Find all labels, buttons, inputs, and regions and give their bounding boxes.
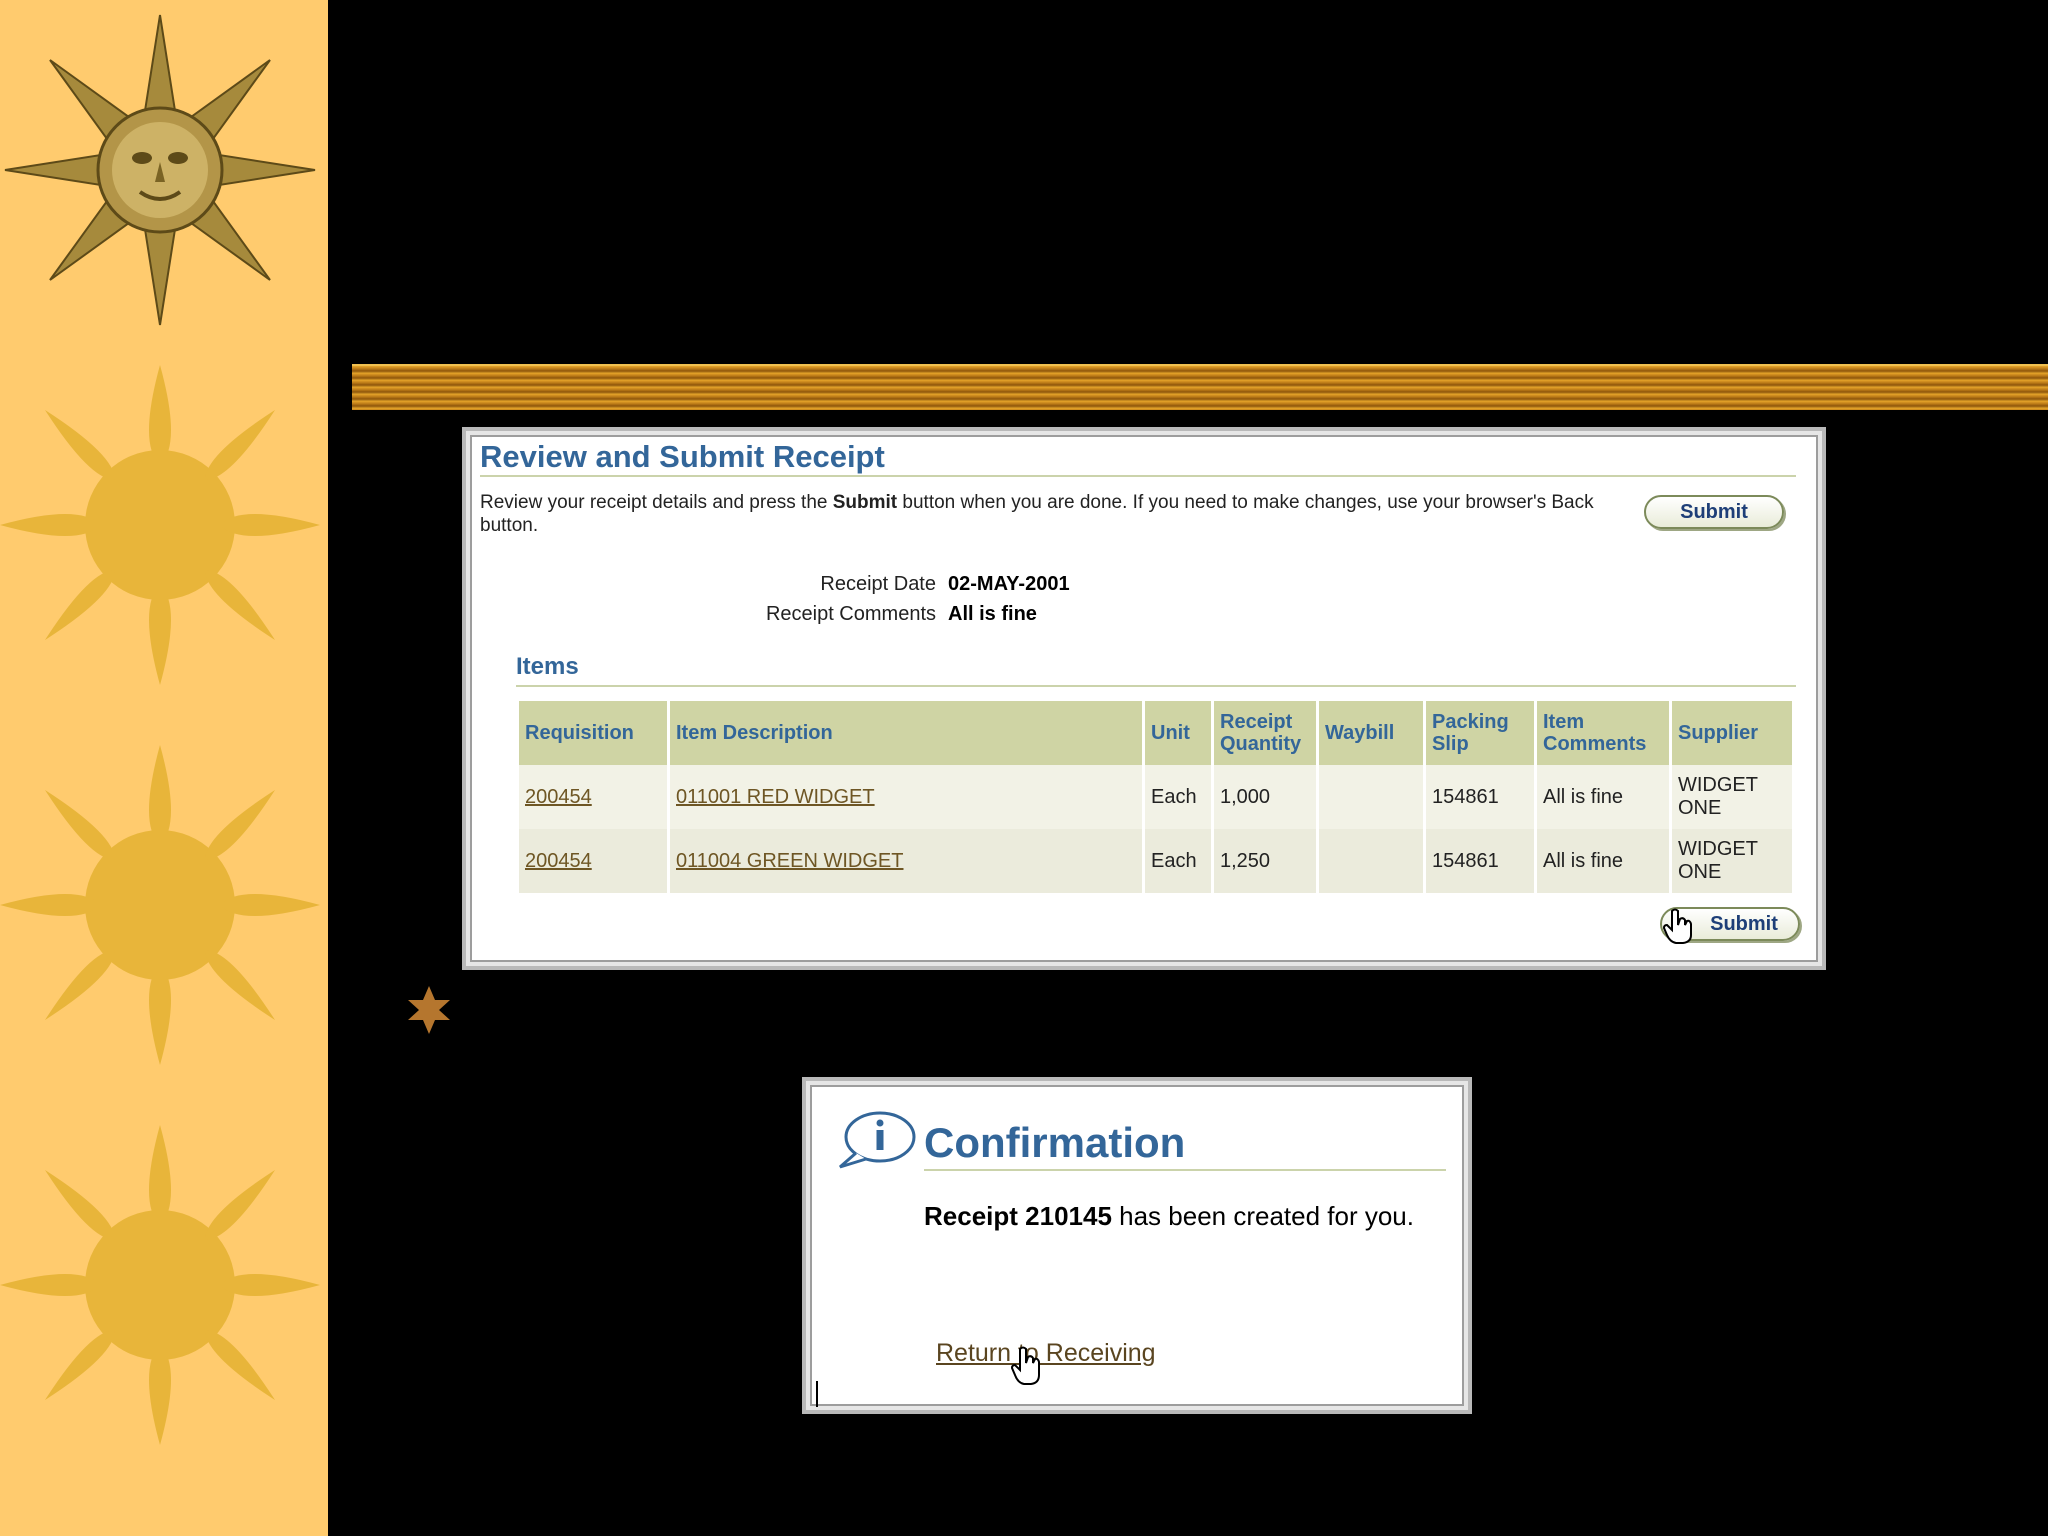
column-header: Item Description	[670, 701, 1142, 765]
packing-slip-cell: 154861	[1426, 829, 1534, 893]
text-cursor	[816, 1381, 818, 1407]
column-header: Receipt Quantity	[1214, 701, 1316, 765]
gold-header-bar	[352, 364, 2048, 410]
requisition-link[interactable]: 200454	[525, 786, 592, 808]
sun-icon	[0, 1125, 320, 1445]
hand-cursor-icon	[1662, 908, 1692, 944]
table-header-row: Requisition Item Description Unit Receip…	[519, 701, 1792, 765]
quantity-cell: 1,000	[1214, 765, 1316, 829]
item-description-link[interactable]: 011001 RED WIDGET	[676, 786, 875, 808]
requisition-link[interactable]: 200454	[525, 850, 592, 872]
items-table: Requisition Item Description Unit Receip…	[516, 701, 1795, 893]
unit-cell: Each	[1145, 765, 1211, 829]
unit-cell: Each	[1145, 829, 1211, 893]
item-description-link[interactable]: 011004 GREEN WIDGET	[676, 850, 903, 872]
packing-slip-cell: 154861	[1426, 765, 1534, 829]
table-row: 200454 011004 GREEN WIDGET Each 1,250 15…	[519, 829, 1792, 893]
supplier-cell: WIDGET ONE	[1672, 829, 1792, 893]
quantity-cell: 1,250	[1214, 829, 1316, 893]
item-comments-cell: All is fine	[1537, 829, 1669, 893]
metallic-sun-icon	[4, 14, 316, 326]
waybill-cell	[1319, 765, 1423, 829]
hand-cursor-icon	[1010, 1346, 1040, 1385]
sun-icon	[0, 745, 320, 1065]
info-icon	[839, 1111, 916, 1169]
review-receipt-window: Review and Submit Receipt Review your re…	[462, 427, 1826, 970]
column-header: Requisition	[519, 701, 667, 765]
return-to-receiving-link[interactable]: Return to Receiving	[936, 1339, 1156, 1368]
column-header: Item Comments	[1537, 701, 1669, 765]
sun-icon	[0, 365, 320, 685]
receipt-comments-value: All is fine	[948, 603, 1037, 625]
confirmation-window: Confirmation Receipt 210145 has been cre…	[802, 1077, 1472, 1414]
page-title: Review and Submit Receipt	[480, 439, 885, 474]
items-section-title: Items	[516, 653, 579, 680]
item-comments-cell: All is fine	[1537, 765, 1669, 829]
receipt-comments-label: Receipt Comments	[765, 603, 936, 625]
receipt-date-value: 02-MAY-2001	[948, 573, 1070, 595]
instruction-text: Review your receipt details and press th…	[480, 492, 1594, 536]
confirmation-message: Receipt 210145 has been created for you.	[924, 1201, 1414, 1231]
supplier-cell: WIDGET ONE	[1672, 765, 1792, 829]
star-bullet-icon	[408, 986, 450, 1034]
submit-button-top[interactable]: Submit	[1644, 495, 1784, 529]
decorative-sidebar	[0, 0, 328, 1536]
waybill-cell	[1319, 829, 1423, 893]
receipt-date-label: Receipt Date	[820, 573, 936, 595]
confirmation-title: Confirmation	[924, 1119, 1186, 1166]
column-header: Waybill	[1319, 701, 1423, 765]
column-header: Unit	[1145, 701, 1211, 765]
column-header: Supplier	[1672, 701, 1792, 765]
column-header: Packing Slip	[1426, 701, 1534, 765]
table-row: 200454 011001 RED WIDGET Each 1,000 1548…	[519, 765, 1792, 829]
